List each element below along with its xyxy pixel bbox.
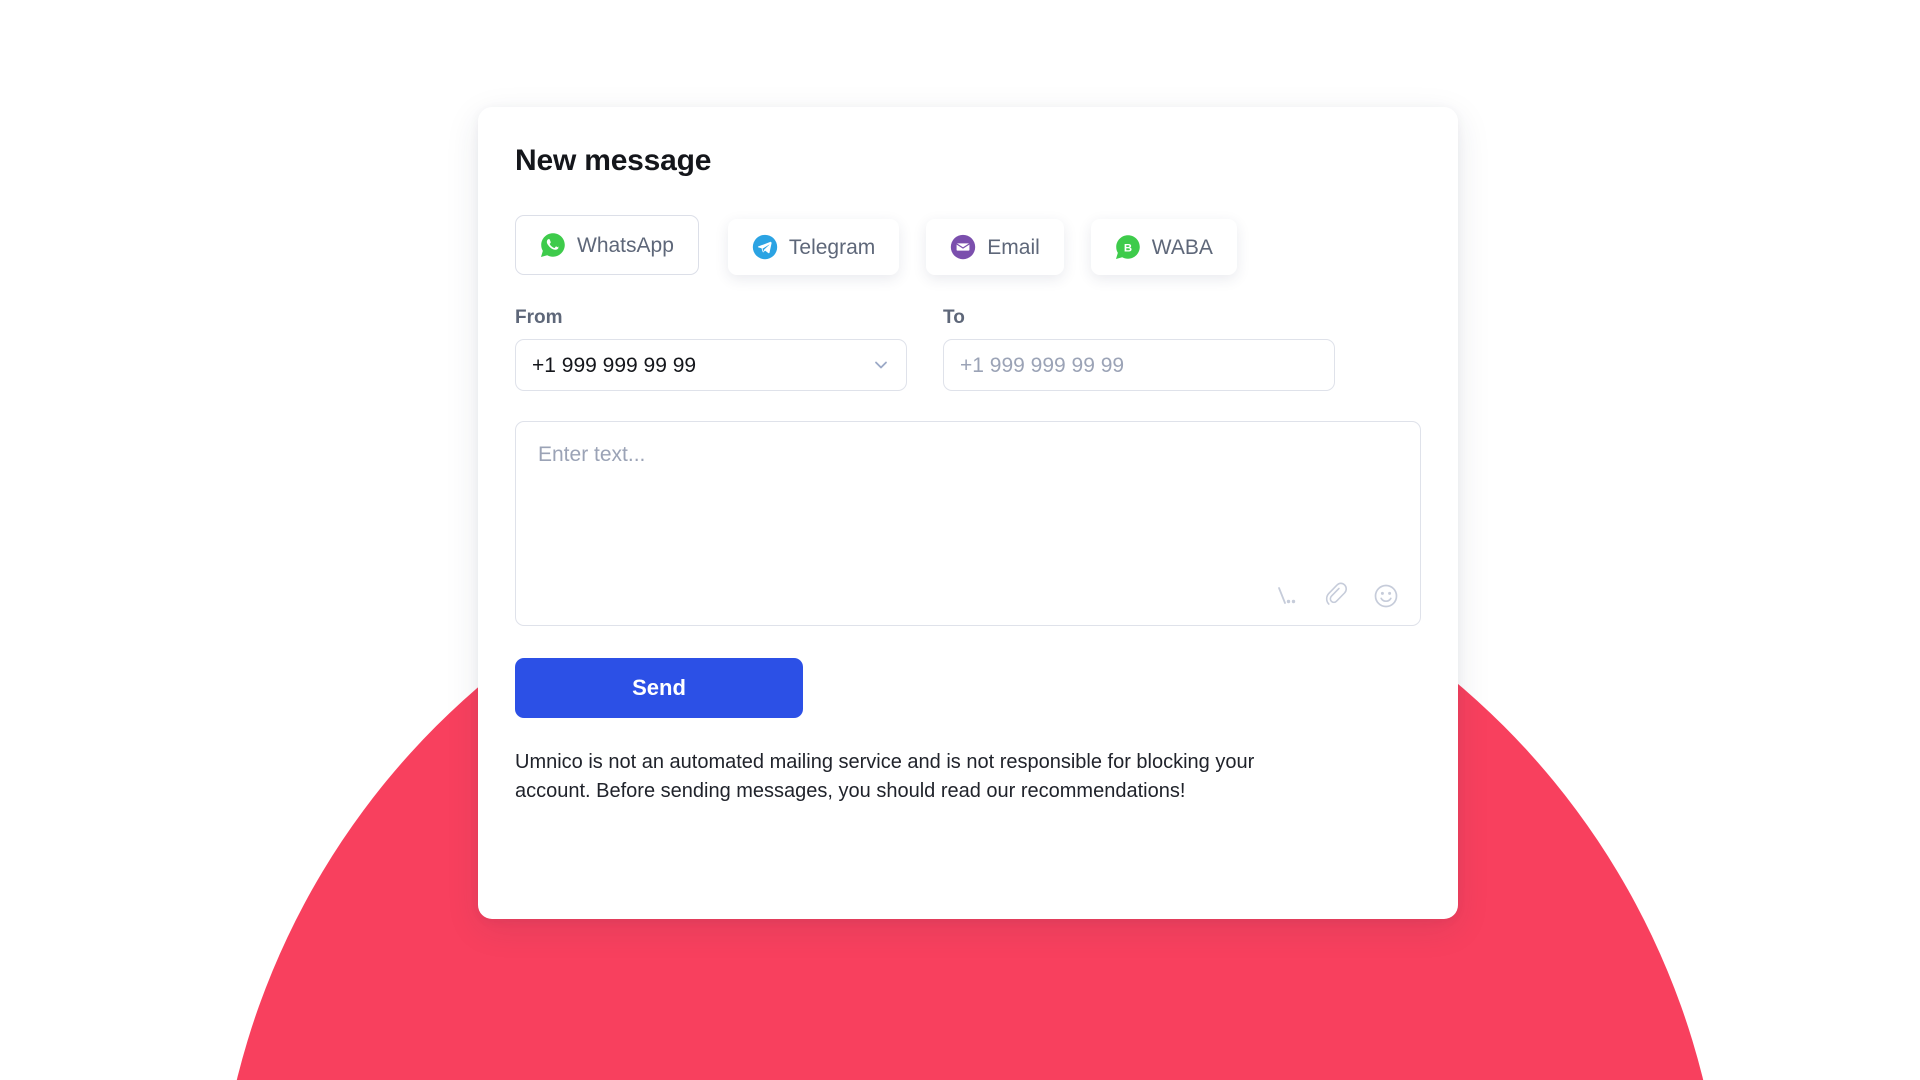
attachment-icon[interactable] — [1322, 582, 1350, 610]
tab-telegram-label: Telegram — [788, 235, 876, 259]
editor-toolbar — [1272, 582, 1400, 610]
to-phone-input[interactable]: +1 999 999 99 99 — [943, 339, 1335, 391]
whatsapp-icon — [540, 232, 566, 258]
message-placeholder: Enter text... — [538, 443, 646, 466]
from-label: From — [515, 307, 563, 328]
email-icon — [950, 234, 976, 260]
tab-email[interactable]: Email — [926, 219, 1064, 275]
emoji-icon[interactable] — [1372, 582, 1400, 610]
new-message-card: New message WhatsApp Telegram Email B WA… — [478, 107, 1458, 919]
to-label: To — [943, 307, 965, 328]
send-button[interactable]: Send — [515, 658, 803, 718]
to-field-group: To +1 999 999 99 99 — [943, 308, 1335, 391]
tab-whatsapp[interactable]: WhatsApp — [515, 215, 699, 275]
tab-whatsapp-label: WhatsApp — [577, 233, 674, 257]
tab-telegram[interactable]: Telegram — [727, 219, 900, 275]
to-phone-placeholder: +1 999 999 99 99 — [960, 353, 1125, 377]
disclaimer-text: Umnico is not an automated mailing servi… — [515, 751, 1255, 802]
tab-waba-label: WABA — [1151, 235, 1213, 259]
from-phone-value: +1 999 999 99 99 — [532, 353, 697, 377]
from-phone-select[interactable]: +1 999 999 99 99 — [515, 339, 907, 391]
recipient-fields: From +1 999 999 99 99 To +1 999 999 99 9… — [515, 308, 1421, 391]
from-field-group: From +1 999 999 99 99 — [515, 308, 907, 391]
tab-email-label: Email — [987, 235, 1040, 259]
page-title: New message — [515, 144, 712, 177]
channel-tab-list: WhatsApp Telegram Email B WABA — [515, 213, 1421, 275]
quick-reply-icon[interactable] — [1272, 582, 1300, 610]
tab-waba[interactable]: B WABA — [1090, 219, 1237, 275]
waba-icon: B — [1115, 234, 1141, 260]
svg-text:B: B — [1124, 242, 1132, 254]
telegram-icon — [752, 234, 778, 260]
chevron-down-icon — [872, 356, 890, 374]
message-textarea[interactable]: Enter text... — [515, 421, 1421, 626]
